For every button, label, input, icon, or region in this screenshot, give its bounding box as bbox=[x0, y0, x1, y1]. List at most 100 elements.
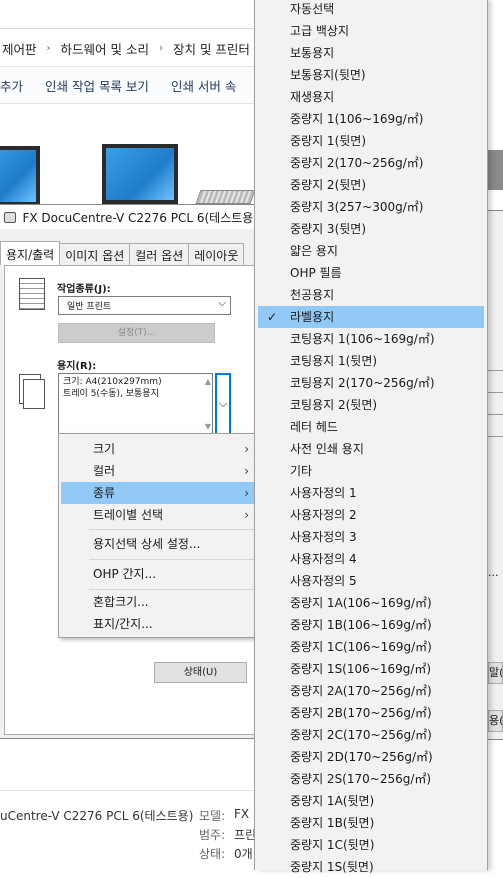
menu-item-size[interactable]: 크기 › bbox=[61, 438, 257, 460]
paper-type-item[interactable]: 사전 인쇄 용지 bbox=[258, 438, 484, 460]
paper-type-item[interactable]: 중량지 3(257~300g/㎡) bbox=[258, 196, 484, 218]
paper-type-label: 라벨용지 bbox=[290, 310, 335, 324]
breadcrumb-item[interactable]: 하드웨어 및 소리 bbox=[61, 39, 149, 58]
paper-label: 용지(R): bbox=[57, 361, 97, 372]
paper-type-item[interactable]: 중량지 1A(106~169g/㎡) bbox=[258, 592, 484, 614]
paper-type-item[interactable]: 코팅용지 2(뒷면) bbox=[258, 394, 484, 416]
menu-item-tray-select[interactable]: 트레이별 선택 › bbox=[61, 504, 257, 526]
window-divider bbox=[0, 28, 260, 29]
paper-type-item[interactable]: 중량지 1B(106~169g/㎡) bbox=[258, 614, 484, 636]
menu-item-color[interactable]: 컬러 › bbox=[61, 460, 257, 482]
menu-item-paper-detail[interactable]: 용지선택 상세 설정... bbox=[61, 533, 257, 555]
paper-type-item[interactable]: 중량지 1C(106~169g/㎡) bbox=[258, 636, 484, 658]
menu-item-label: 종류 bbox=[93, 486, 116, 500]
paper-type-item[interactable]: 중량지 2D(170~256g/㎡) bbox=[258, 746, 484, 768]
menu-item-mixed-size[interactable]: 혼합크기... bbox=[61, 591, 257, 613]
paper-type-label: 기타 bbox=[290, 464, 313, 478]
paper-type-label: 중량지 1A(뒷면) bbox=[290, 794, 375, 808]
paper-type-item[interactable]: 중량지 1(106~169g/㎡) bbox=[258, 108, 484, 130]
tab-paper-output[interactable]: 용지/출력 bbox=[0, 241, 61, 265]
tab-color-options[interactable]: 컬러 옵션 bbox=[129, 243, 190, 265]
paper-type-item[interactable]: 고급 백상지 bbox=[258, 20, 484, 42]
tab-strip: 용지/출력 이미지 옵션 컬러 옵션 레이아웃 bbox=[0, 241, 245, 265]
paper-type-label: 천공용지 bbox=[290, 288, 335, 302]
status-button[interactable]: 상태(U) bbox=[154, 662, 247, 683]
divider bbox=[488, 436, 503, 437]
paper-type-label: 중량지 3(257~300g/㎡) bbox=[290, 200, 424, 214]
paper-type-item[interactable]: 중량지 1C(뒷면) bbox=[258, 834, 484, 856]
paper-type-item[interactable]: 레터 헤드 bbox=[258, 416, 484, 438]
chevron-right-icon: › bbox=[244, 508, 249, 522]
paper-type-item[interactable]: 보통용지 bbox=[258, 42, 484, 64]
scroll-down-icon[interactable]: ▼ bbox=[205, 421, 211, 433]
job-type-value: 일반 프린트 bbox=[67, 302, 112, 312]
paper-type-item[interactable]: 사용자정의 3 bbox=[258, 526, 484, 548]
paper-type-label: 중량지 2D(170~256g/㎡) bbox=[290, 750, 433, 764]
monitor-icon[interactable] bbox=[0, 146, 40, 206]
paper-type-label: 중량지 1(뒷면) bbox=[290, 134, 367, 148]
category-label: 범주: bbox=[199, 828, 226, 842]
paper-type-item[interactable]: 재생용지 bbox=[258, 86, 484, 108]
monitor-icon[interactable] bbox=[102, 144, 178, 204]
paper-type-item[interactable]: 중량지 1S(뒷면) bbox=[258, 856, 484, 878]
menu-separator bbox=[89, 589, 255, 590]
menu-item-type[interactable]: 종류 › bbox=[61, 482, 257, 504]
chevron-right-icon: › bbox=[244, 442, 249, 456]
paper-type-item[interactable]: 중량지 3(뒷면) bbox=[258, 218, 484, 240]
paper-dropdown-button[interactable]: ⌵ bbox=[215, 373, 231, 436]
paper-type-item[interactable]: 중량지 2A(170~256g/㎡) bbox=[258, 680, 484, 702]
settings-button[interactable]: 설정(T)... bbox=[58, 323, 215, 343]
paper-type-label: 중량지 3(뒷면) bbox=[290, 222, 367, 236]
menu-item-label: 크기 bbox=[93, 442, 116, 456]
paper-type-item[interactable]: 중량지 1A(뒷면) bbox=[258, 790, 484, 812]
paper-type-item[interactable]: 자동선택 bbox=[258, 0, 484, 20]
paper-type-item[interactable]: OHP 필름 bbox=[258, 262, 484, 284]
paper-type-item[interactable]: 사용자정의 2 bbox=[258, 504, 484, 526]
paper-type-item[interactable]: 중량지 2S(170~256g/㎡) bbox=[258, 768, 484, 790]
model-label: 모델: bbox=[199, 809, 226, 823]
menu-separator bbox=[89, 529, 255, 530]
paper-type-item[interactable]: 사용자정의 5 bbox=[258, 570, 484, 592]
paper-type-item[interactable]: 천공용지 bbox=[258, 284, 484, 306]
tab-layout[interactable]: 레이아웃 bbox=[188, 243, 245, 265]
paper-type-item[interactable]: 코팅용지 1(106~169g/㎡) bbox=[258, 328, 484, 350]
paper-type-item[interactable]: 중량지 1S(106~169g/㎡) bbox=[258, 658, 484, 680]
paper-type-item[interactable]: 코팅용지 1(뒷면) bbox=[258, 350, 484, 372]
help-button[interactable]: 말(H bbox=[488, 662, 503, 684]
paper-type-item[interactable]: 중량지 1(뒷면) bbox=[258, 130, 484, 152]
menu-item-ohp-interleave[interactable]: OHP 간지... bbox=[61, 563, 257, 585]
paper-type-label: 사용자정의 3 bbox=[290, 530, 357, 544]
document-icon bbox=[19, 278, 45, 310]
paper-type-item[interactable]: 중량지 2(170~256g/㎡) bbox=[258, 152, 484, 174]
paper-type-label: OHP 필름 bbox=[290, 266, 342, 280]
paper-type-item[interactable]: 사용자정의 1 bbox=[258, 482, 484, 504]
menu-item-cover-separator[interactable]: 표지/간지... bbox=[61, 613, 257, 635]
keyboard-icon bbox=[195, 190, 256, 204]
job-type-select[interactable]: 일반 프린트 ⌵ bbox=[58, 296, 231, 315]
divider bbox=[488, 414, 503, 415]
paper-type-label: 사용자정의 5 bbox=[290, 574, 357, 588]
paper-type-item[interactable]: 기타 bbox=[258, 460, 484, 482]
paper-type-item[interactable]: 중량지 1B(뒷면) bbox=[258, 812, 484, 834]
breadcrumb-item[interactable]: 장치 및 프린터 bbox=[173, 39, 250, 58]
paper-type-item[interactable]: ✓ 라벨용지 bbox=[258, 306, 484, 328]
tab-image-options[interactable]: 이미지 옵션 bbox=[59, 243, 131, 265]
scroll-up-icon[interactable]: ▲ bbox=[205, 376, 211, 388]
paper-type-item[interactable]: 얇은 용지 bbox=[258, 240, 484, 262]
paper-info-box[interactable]: 크기: A4(210x297mm) 트레이 5(수동), 보통용지 ▲ ▼ bbox=[58, 373, 213, 436]
dialog-title-bar: FX DocuCentre-V C2276 PCL 6(테스트용) bbox=[0, 205, 258, 229]
paper-type-item[interactable]: 중량지 2C(170~256g/㎡) bbox=[258, 724, 484, 746]
paper-type-item[interactable]: 코팅용지 2(170~256g/㎡) bbox=[258, 372, 484, 394]
paper-type-item[interactable]: 사용자정의 4 bbox=[258, 548, 484, 570]
breadcrumb-item[interactable]: 제어판 bbox=[2, 39, 37, 58]
background-window-edge: ... 말(H 용( bbox=[488, 0, 503, 870]
print-server-properties-command[interactable]: 인쇄 서버 속 bbox=[171, 76, 236, 95]
paper-type-item[interactable]: 중량지 2B(170~256g/㎡) bbox=[258, 702, 484, 724]
ellipsis-text: ... bbox=[488, 566, 499, 579]
paper-type-item[interactable]: 중량지 2(뒷면) bbox=[258, 174, 484, 196]
paper-type-label: 사전 인쇄 용지 bbox=[290, 442, 364, 456]
add-command[interactable]: 추가 bbox=[0, 76, 23, 95]
view-print-queue-command[interactable]: 인쇄 작업 목록 보기 bbox=[45, 76, 149, 95]
apply-button[interactable]: 용( bbox=[488, 710, 503, 732]
paper-type-item[interactable]: 보통용지(뒷면) bbox=[258, 64, 484, 86]
